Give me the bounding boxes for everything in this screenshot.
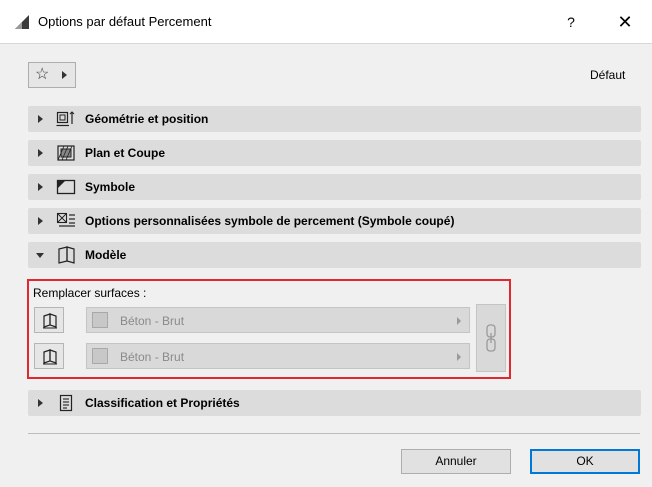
help-button[interactable]: ? [558, 10, 584, 34]
panel-symbole[interactable]: Symbole [28, 174, 641, 200]
panel-classification[interactable]: Classification et Propriétés [28, 390, 641, 416]
material-name: Béton - Brut [120, 314, 185, 328]
model-icon [58, 246, 75, 264]
panel-label: Classification et Propriétés [85, 396, 240, 410]
panel-geometry-position[interactable]: Géométrie et position [28, 106, 641, 132]
caret-right-icon [457, 317, 461, 325]
material-swatch [92, 312, 108, 328]
surface-material-picker[interactable]: Béton - Brut [86, 343, 470, 369]
expand-arrow-icon [38, 399, 43, 407]
surface-side-icon [43, 313, 57, 329]
classification-icon [59, 394, 73, 412]
window-title: Options par défaut Percement [38, 14, 212, 29]
panel-modele[interactable]: Modèle [28, 242, 641, 268]
archicad-app-icon [15, 15, 29, 29]
expand-arrow-icon [38, 149, 43, 157]
caret-right-icon [62, 71, 67, 79]
panel-label: Symbole [85, 180, 136, 194]
chain-link-icon [486, 324, 496, 352]
expand-arrow-icon [38, 183, 43, 191]
title-bar: Options par défaut Percement ? ✕ [0, 0, 652, 44]
favorite-status: Défaut [590, 68, 626, 82]
cancel-button[interactable]: Annuler [401, 449, 511, 474]
surface-side-icon [43, 349, 57, 365]
panel-label: Options personnalisées symbole de percem… [85, 214, 455, 228]
surface-side-button[interactable] [34, 307, 64, 333]
symbol-icon [56, 179, 76, 195]
panel-custom-options[interactable]: Options personnalisées symbole de percem… [28, 208, 641, 234]
expand-arrow-icon [38, 115, 43, 123]
material-name: Béton - Brut [120, 350, 185, 364]
chain-link-button[interactable] [476, 304, 506, 372]
surface-side-button[interactable] [34, 343, 64, 369]
override-surfaces-label: Remplacer surfaces : [33, 286, 147, 300]
expand-arrow-icon [38, 217, 43, 225]
panel-plan-coupe[interactable]: Plan et Coupe [28, 140, 641, 166]
close-button[interactable]: ✕ [610, 10, 640, 34]
custom-options-icon [56, 212, 75, 227]
surface-material-picker[interactable]: Béton - Brut [86, 307, 470, 333]
footer-divider [28, 433, 640, 434]
favorites-button[interactable]: ☆ [28, 62, 76, 88]
star-icon: ☆ [35, 66, 50, 83]
floor-plan-icon [57, 145, 75, 161]
panel-label: Plan et Coupe [85, 146, 166, 160]
material-swatch [92, 348, 108, 364]
collapse-arrow-icon [36, 253, 44, 258]
panel-label: Modèle [85, 248, 127, 262]
ok-button[interactable]: OK [530, 449, 640, 474]
caret-right-icon [457, 353, 461, 361]
panel-label: Géométrie et position [85, 112, 209, 126]
geometry-icon [56, 111, 75, 127]
